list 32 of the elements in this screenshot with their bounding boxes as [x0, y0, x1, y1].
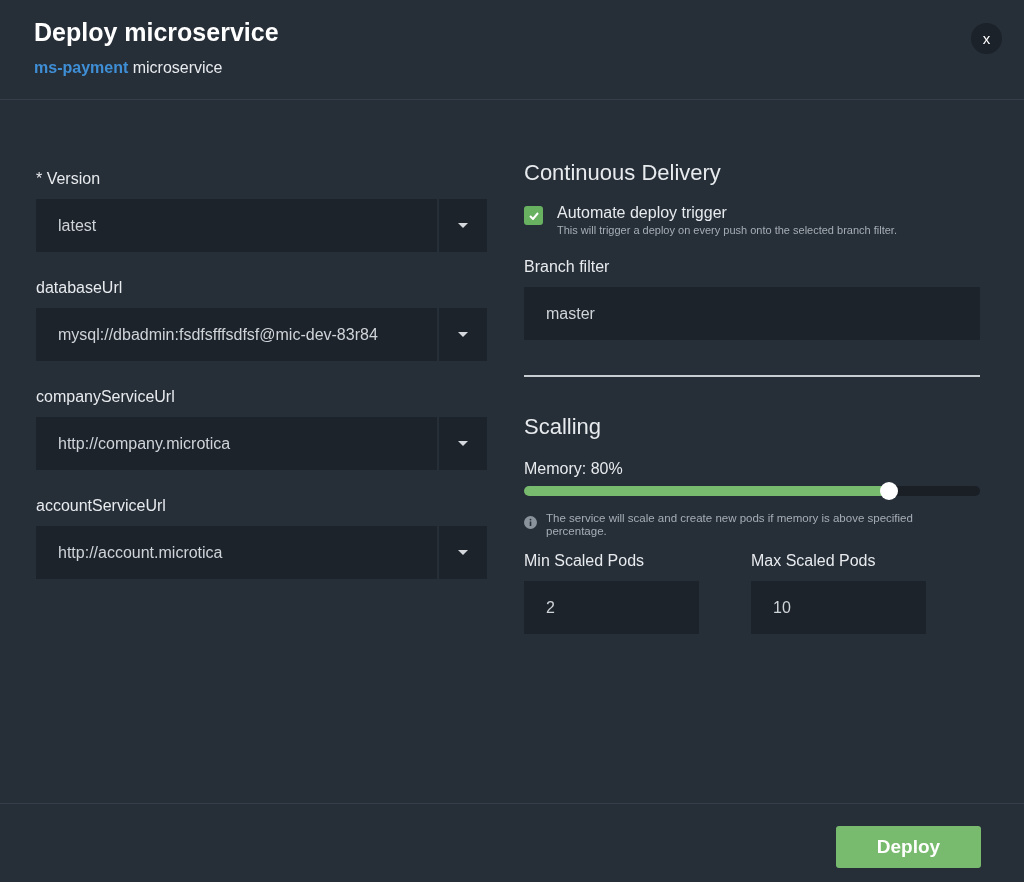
slider-thumb[interactable] [879, 482, 898, 500]
section-heading: Continuous Delivery [524, 160, 722, 186]
close-button[interactable]: x [971, 23, 1002, 54]
field-label: * Version [36, 170, 102, 188]
caret-icon [458, 441, 468, 446]
checkbox-label: Automate deploy trigger [557, 204, 728, 222]
dropdown-field[interactable]: http://company.microtica [36, 417, 487, 470]
info-text: The service will scale and create new pods if memory is above specified percentage. [546, 512, 914, 538]
caret-icon [458, 223, 468, 228]
caret-icon [458, 550, 468, 555]
dropdown-field[interactable]: latest [36, 199, 487, 252]
section-heading: Scalling [524, 414, 603, 440]
memory-label: Memory: 80% [524, 460, 624, 478]
field-label: Max Scaled Pods [751, 552, 877, 570]
checkbox-hint: This will trigger a deploy on every push onto the selected branch filter. [557, 224, 897, 236]
dropdown-field[interactable]: mysql://dbadmin:fsdfsfffsdfsf@mic-dev-83r84 [36, 308, 487, 361]
checkbox[interactable] [524, 206, 543, 225]
branch-input[interactable]: master [524, 287, 980, 340]
field-label: companyServiceUrl [36, 388, 176, 406]
min-pods-input[interactable]: 2 [524, 581, 699, 634]
info-icon [524, 516, 537, 529]
service-name: ms-payment [34, 59, 129, 76]
field-label: Branch filter [524, 258, 611, 276]
field-label: databaseUrl [36, 279, 124, 297]
dropdown-field[interactable]: http://account.microtica [36, 526, 487, 579]
max-pods-input[interactable]: 10 [751, 581, 926, 634]
service-suffix: microservice [132, 59, 223, 76]
field-label: accountServiceUrl [36, 497, 167, 515]
field-label: Min Scaled Pods [524, 552, 646, 570]
check-icon [528, 211, 539, 220]
caret-icon [458, 332, 468, 337]
dialog-title: Deploy microservice [34, 18, 279, 47]
